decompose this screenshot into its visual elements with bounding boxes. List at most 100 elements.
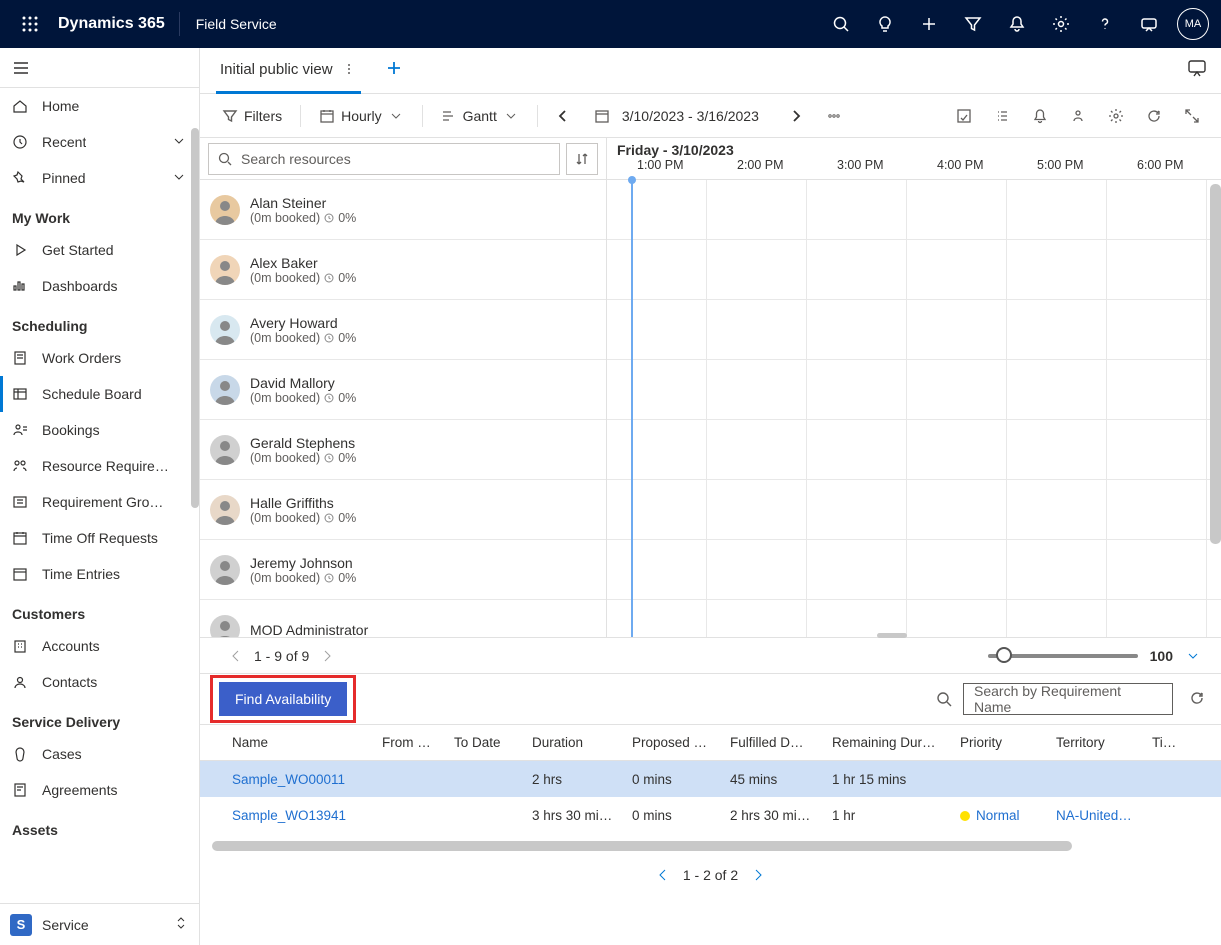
refresh-icon[interactable] — [1137, 100, 1171, 132]
notification-icon[interactable] — [995, 0, 1039, 48]
nav-time-entries[interactable]: Time Entries — [0, 556, 199, 592]
help-icon[interactable] — [1083, 0, 1127, 48]
board-settings-icon[interactable] — [1099, 100, 1133, 132]
user-avatar[interactable]: MA — [1177, 8, 1209, 40]
nav-recent[interactable]: Recent — [0, 124, 199, 160]
search-icon — [935, 690, 953, 708]
resource-booked: (0m booked) 0% — [250, 271, 356, 285]
main-content: Initial public view Filters Hourly Gantt… — [200, 48, 1221, 945]
sort-resources-button[interactable] — [566, 143, 598, 175]
nav-home[interactable]: Home — [0, 88, 199, 124]
resource-booked: (0m booked) 0% — [250, 211, 356, 225]
requirements-toolbar: Find Availability Search by Requirement … — [200, 674, 1221, 724]
idea-icon[interactable] — [863, 0, 907, 48]
view-dropdown[interactable]: Gantt — [431, 100, 529, 132]
requirement-search-input[interactable]: Search by Requirement Name — [963, 683, 1173, 715]
nav-requirement-groups[interactable]: Requirement Gro… — [0, 484, 199, 520]
more-icon[interactable] — [341, 61, 357, 77]
group-customers: Customers — [0, 592, 199, 628]
nav-accounts[interactable]: Accounts — [0, 628, 199, 664]
resource-name: Avery Howard — [250, 315, 356, 331]
search-resources-input[interactable]: Search resources — [208, 143, 560, 175]
filter-icon[interactable] — [951, 0, 995, 48]
search-icon — [217, 151, 233, 167]
chevron-updown-icon — [173, 915, 189, 934]
zoom-slider[interactable] — [988, 654, 1138, 658]
resource-row[interactable]: Alan Steiner (0m booked) 0% — [200, 180, 606, 240]
nav-work-orders[interactable]: Work Orders — [0, 340, 199, 376]
resource-column: Search resources Alan Steiner (0m booked… — [200, 138, 607, 637]
assistant-suggest-icon[interactable] — [1061, 100, 1095, 132]
nav-resource-requirements[interactable]: Resource Require… — [0, 448, 199, 484]
refresh-requirements-button[interactable] — [1183, 689, 1211, 710]
resource-row[interactable]: David Mallory (0m booked) 0% — [200, 360, 606, 420]
resource-row[interactable]: Alex Baker (0m booked) 0% — [200, 240, 606, 300]
interval-dropdown[interactable]: Hourly — [309, 100, 413, 132]
find-availability-button[interactable]: Find Availability — [219, 682, 347, 716]
resource-avatar — [210, 435, 240, 465]
zoom-control[interactable]: 100 — [988, 648, 1201, 664]
next-week-button[interactable] — [779, 100, 813, 132]
prev-page-icon[interactable] — [655, 867, 671, 883]
resource-name: Halle Griffiths — [250, 495, 356, 511]
nav-time-off[interactable]: Time Off Requests — [0, 520, 199, 556]
resize-grip[interactable] — [877, 633, 907, 638]
more-toolbar-button[interactable] — [817, 100, 851, 132]
app-launcher[interactable] — [8, 0, 52, 48]
settings-icon[interactable] — [1039, 0, 1083, 48]
resource-name: Alex Baker — [250, 255, 356, 271]
requirement-name[interactable]: Sample_WO00011 — [224, 772, 374, 787]
resource-row[interactable]: Halle Griffiths (0m booked) 0% — [200, 480, 606, 540]
chat-icon[interactable] — [1187, 58, 1207, 81]
brand-title[interactable]: Dynamics 365 — [52, 15, 179, 33]
nav-contacts[interactable]: Contacts — [0, 664, 199, 700]
assistant-icon[interactable] — [1127, 0, 1171, 48]
nav-bookings[interactable]: Bookings — [0, 412, 199, 448]
nav-agreements[interactable]: Agreements — [0, 772, 199, 808]
search-icon[interactable] — [819, 0, 863, 48]
prev-week-button[interactable] — [546, 100, 580, 132]
date-range-picker[interactable]: 3/10/2023 - 3/16/2023 — [584, 100, 775, 132]
resource-row[interactable]: Jeremy Johnson (0m booked) 0% — [200, 540, 606, 600]
next-page-icon[interactable] — [319, 648, 335, 664]
module-name[interactable]: Field Service — [180, 16, 293, 32]
tab-initial-public-view[interactable]: Initial public view — [216, 48, 361, 94]
book-icon[interactable] — [947, 100, 981, 132]
area-badge: S — [10, 914, 32, 936]
resource-row[interactable]: Avery Howard (0m booked) 0% — [200, 300, 606, 360]
global-nav: Dynamics 365 Field Service MA — [0, 0, 1221, 48]
new-tab-button[interactable] — [375, 59, 413, 83]
gantt-scrollbar[interactable] — [1210, 184, 1221, 544]
area-switcher[interactable]: S Service — [0, 903, 199, 945]
hour-label: 5:00 PM — [1007, 158, 1107, 179]
expand-icon[interactable] — [1175, 100, 1209, 132]
alerts-icon[interactable] — [1023, 100, 1057, 132]
day-label: Friday - 3/10/2023 — [607, 138, 1221, 158]
requirements-table: Name From … To Date Duration Proposed … … — [200, 724, 1221, 895]
requirements-h-scrollbar[interactable] — [212, 841, 1209, 855]
gantt-body[interactable] — [607, 180, 1221, 637]
add-icon[interactable] — [907, 0, 951, 48]
filters-button[interactable]: Filters — [212, 100, 292, 132]
menu-toggle[interactable] — [0, 48, 199, 88]
area-name: Service — [42, 917, 89, 933]
requirement-row[interactable]: Sample_WO00011 2 hrs 0 mins 45 mins 1 hr… — [200, 761, 1221, 797]
requirement-row[interactable]: Sample_WO13941 3 hrs 30 mi… 0 mins 2 hrs… — [200, 797, 1221, 833]
requirement-name[interactable]: Sample_WO13941 — [224, 808, 374, 823]
resource-row[interactable]: MOD Administrator — [200, 600, 606, 637]
nav-get-started[interactable]: Get Started — [0, 232, 199, 268]
resource-row[interactable]: Gerald Stephens (0m booked) 0% — [200, 420, 606, 480]
list-icon[interactable] — [985, 100, 1019, 132]
resource-avatar — [210, 615, 240, 638]
prev-page-icon[interactable] — [228, 648, 244, 664]
nav-schedule-board[interactable]: Schedule Board — [0, 376, 199, 412]
hour-label: 1:00 PM — [607, 158, 707, 179]
nav-dashboards[interactable]: Dashboards — [0, 268, 199, 304]
sidebar: Home Recent Pinned My Work Get Started D… — [0, 48, 200, 945]
chevron-down-icon[interactable] — [1185, 648, 1201, 664]
nav-cases[interactable]: Cases — [0, 736, 199, 772]
next-page-icon[interactable] — [750, 867, 766, 883]
sidebar-scrollbar[interactable] — [191, 128, 199, 508]
nav-pinned[interactable]: Pinned — [0, 160, 199, 196]
resource-avatar — [210, 255, 240, 285]
